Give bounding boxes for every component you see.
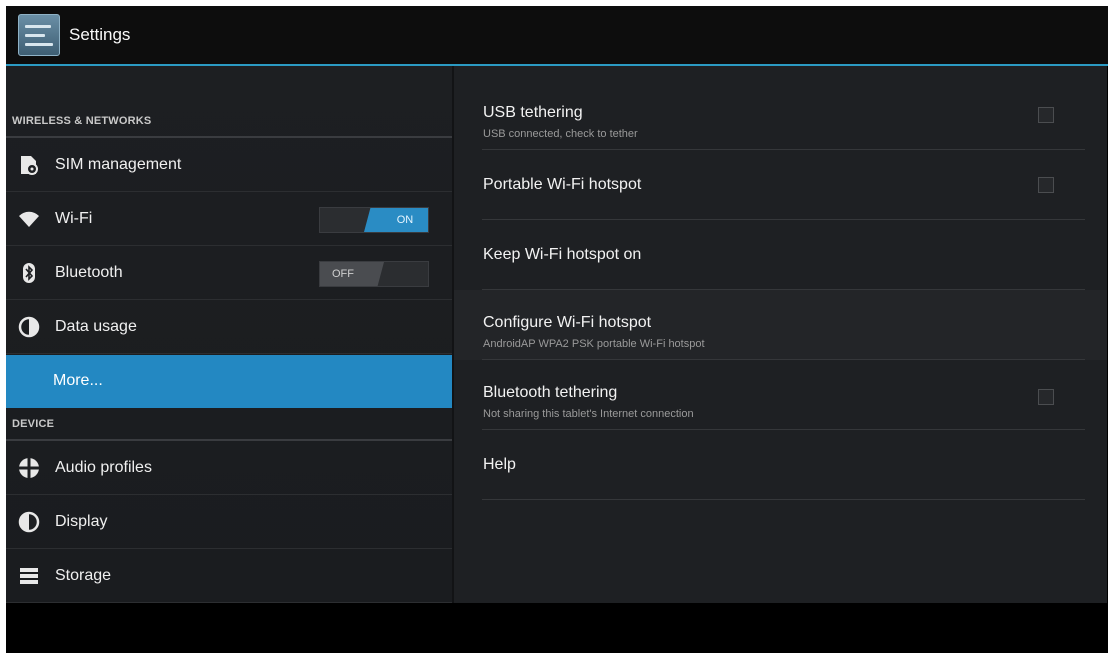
app-title: Settings (69, 25, 131, 44)
pref-portable-wifi-hotspot[interactable]: Portable Wi-Fi hotspot (454, 150, 1107, 220)
sidebar-item-display[interactable]: Display (6, 496, 452, 549)
sidebar-item-label: SIM management (55, 156, 182, 173)
pref-summary: AndroidAP WPA2 PSK portable Wi-Fi hotspo… (483, 338, 705, 350)
pref-help[interactable]: Help (454, 430, 1107, 500)
wifi-toggle[interactable]: ON (319, 207, 429, 233)
data-usage-icon (18, 316, 40, 338)
sidebar-item-label: Bluetooth (55, 264, 123, 281)
divider (482, 499, 1085, 500)
usb-tethering-checkbox[interactable] (1038, 107, 1054, 123)
sidebar-item-label: Display (55, 513, 108, 530)
sidebar-item-audio-profiles[interactable]: Audio profiles (6, 442, 452, 495)
pref-summary: Not sharing this tablet's Internet conne… (483, 408, 694, 420)
pref-bluetooth-tethering[interactable]: Bluetooth tethering Not sharing this tab… (454, 360, 1107, 430)
section-device: DEVICE (6, 409, 452, 441)
sidebar-item-wifi[interactable]: Wi-Fi ON (6, 193, 452, 246)
sidebar-item-storage[interactable]: Storage (6, 550, 452, 603)
section-label: DEVICE (12, 418, 55, 430)
storage-icon (20, 568, 38, 584)
sidebar-item-label: Audio profiles (55, 459, 152, 476)
bluetooth-icon (23, 263, 35, 283)
pref-keep-wifi-hotspot-on[interactable]: Keep Wi-Fi hotspot on (454, 220, 1107, 290)
wifi-hotspot-checkbox[interactable] (1038, 177, 1054, 193)
bluetooth-tethering-checkbox[interactable] (1038, 389, 1054, 405)
sidebar-item-label: Data usage (55, 318, 137, 335)
sidebar-item-label: Storage (55, 567, 112, 584)
audio-profiles-icon (18, 457, 40, 479)
pref-title: Keep Wi-Fi hotspot on (483, 246, 642, 263)
settings-sidebar: WIRELESS & NETWORKS SIM management Wi-Fi… (6, 66, 452, 603)
pref-summary: USB connected, check to tether (483, 128, 638, 140)
sidebar-item-label: Wi-Fi (55, 210, 93, 227)
system-bar (6, 603, 1108, 653)
pref-title: Configure Wi-Fi hotspot (483, 314, 652, 331)
section-wireless-networks: WIRELESS & NETWORKS (6, 106, 452, 138)
action-bar: Settings (6, 6, 1108, 64)
sidebar-item-sim-management[interactable]: SIM management (6, 139, 452, 192)
pref-usb-tethering[interactable]: USB tethering USB connected, check to te… (454, 80, 1107, 150)
pref-title: Bluetooth tethering (483, 384, 618, 401)
toggle-state-label: ON (364, 208, 428, 232)
section-divider (6, 439, 452, 441)
settings-sliders-icon[interactable] (18, 14, 60, 56)
toggle-state-label: OFF (320, 262, 384, 286)
pref-title: USB tethering (483, 104, 583, 121)
section-label: WIRELESS & NETWORKS (12, 115, 152, 127)
pref-title: Portable Wi-Fi hotspot (483, 176, 642, 193)
sidebar-item-bluetooth[interactable]: Bluetooth OFF (6, 247, 452, 300)
sidebar-item-more[interactable]: More... (6, 355, 452, 408)
bluetooth-toggle[interactable]: OFF (319, 261, 429, 287)
display-icon (18, 511, 40, 533)
section-divider (6, 136, 452, 138)
sidebar-item-data-usage[interactable]: Data usage (6, 301, 452, 354)
screen: Settings WIRELESS & NETWORKS SIM managem… (6, 6, 1108, 653)
sim-card-icon (21, 156, 38, 175)
more-settings-panel: USB tethering USB connected, check to te… (454, 66, 1107, 603)
pref-configure-wifi-hotspot[interactable]: Configure Wi-Fi hotspot AndroidAP WPA2 P… (454, 290, 1107, 360)
sidebar-item-label: More... (53, 372, 103, 389)
wifi-icon (19, 211, 39, 227)
pref-title: Help (483, 456, 516, 473)
